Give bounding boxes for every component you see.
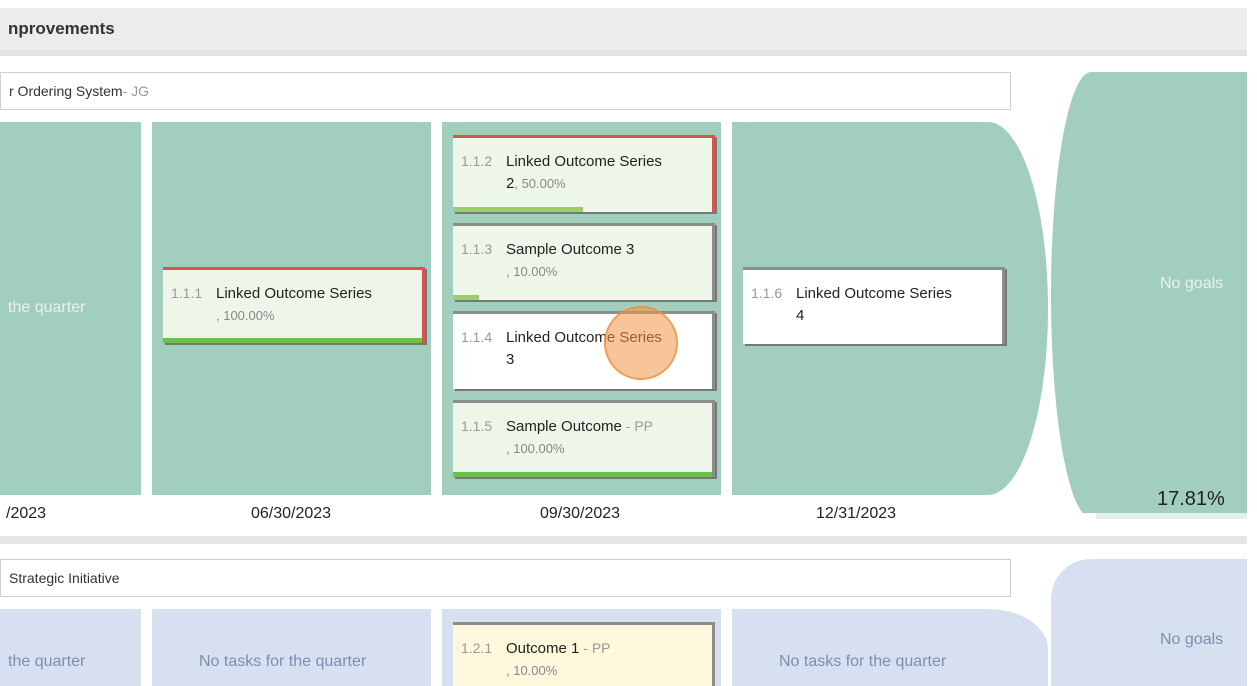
empty-quarter-text: No tasks for the quarter (199, 653, 367, 670)
outcome-card[interactable]: 1.1.5 Sample Outcome - PP , 100.00% (453, 400, 715, 477)
goal-title-box[interactable]: Strategic Initiative (0, 559, 1011, 597)
outcome-number: 1.1.6 (751, 285, 783, 301)
outcome-card[interactable]: 1.1.6 Linked Outcome Series 4 (743, 267, 1005, 344)
outcome-card[interactable]: 1.1.3 Sample Outcome 3 , 10.00% (453, 223, 715, 300)
goal-owner: - JG (122, 83, 150, 99)
goal-progress-track (1065, 513, 1247, 519)
quarter-date: 12/31/2023 (816, 505, 897, 522)
quarter-date: 06/30/2023 (251, 505, 332, 522)
outcome-card[interactable]: 1.2.1 Outcome 1 - PP , 10.00% (453, 622, 715, 686)
quarter-column-4 (732, 609, 1048, 686)
goal-summary-panel (1051, 559, 1247, 686)
outcome-number: 1.1.2 (461, 153, 493, 169)
goal-progress-fill (1065, 513, 1096, 519)
outcome-progress-bar (453, 295, 479, 300)
outcome-owner: - PP (579, 640, 611, 656)
outcome-percent: , 100.00% (216, 308, 275, 323)
goal-title-box[interactable]: r Ordering System - JG (0, 72, 1011, 110)
outcome-name-continued: 3 (506, 351, 515, 368)
top-strip (0, 0, 1257, 8)
outcome-name[interactable]: Outcome 1 (506, 640, 579, 657)
outcome-percent: , 50.00% (514, 176, 566, 191)
quarter-date: /2023 (6, 505, 47, 522)
outcome-number: 1.1.4 (461, 329, 493, 345)
section-header (0, 8, 1247, 56)
outcome-progress-bar (453, 207, 583, 212)
outcome-number: 1.1.1 (171, 285, 203, 301)
outcome-name[interactable]: Linked Outcome Series (796, 285, 952, 302)
outcome-name[interactable]: Linked Outcome Series (506, 153, 662, 170)
no-goals-text: No goals (1160, 275, 1224, 292)
outcome-percent: , 10.00% (506, 264, 558, 279)
outcome-owner: - PP (621, 418, 654, 434)
outcome-progress-bar (453, 472, 712, 477)
outcome-percent: , 100.00% (506, 441, 565, 456)
outcome-percent: , 10.00% (506, 663, 558, 678)
section-title: nprovements (8, 19, 115, 38)
no-goals-text: No goals (1160, 631, 1224, 648)
outcome-number: 1.1.3 (461, 241, 493, 257)
empty-quarter-text: the quarter (8, 299, 86, 316)
goal-title: Strategic Initiative (9, 570, 120, 586)
goal-summary-panel (1051, 72, 1247, 518)
outcome-card[interactable]: 1.1.2 Linked Outcome Series 2, 50.00% (453, 135, 715, 212)
outcome-number: 1.2.1 (461, 640, 493, 656)
outcome-card[interactable]: 1.1.1 Linked Outcome Series , 100.00% (163, 267, 425, 343)
empty-quarter-text: No tasks for the quarter (779, 653, 947, 670)
outcome-progress-bar (163, 338, 422, 343)
quarter-column-2 (152, 609, 431, 686)
goal-title: r Ordering System (9, 83, 123, 99)
outcome-name[interactable]: Linked Outcome Series (216, 285, 372, 302)
quarter-date: 09/30/2023 (540, 505, 621, 522)
outcome-name[interactable]: Sample Outcome 3 (506, 241, 634, 258)
click-indicator (604, 306, 678, 380)
quarter-column-1 (0, 609, 141, 686)
outcome-name-continued: 4 (796, 307, 805, 324)
empty-quarter-text: the quarter (8, 653, 86, 670)
goal-divider (0, 536, 1247, 544)
outcome-name[interactable]: Sample Outcome (506, 418, 622, 435)
goal-percent: 17.81% (1157, 488, 1225, 510)
outcome-number: 1.1.5 (461, 418, 493, 434)
